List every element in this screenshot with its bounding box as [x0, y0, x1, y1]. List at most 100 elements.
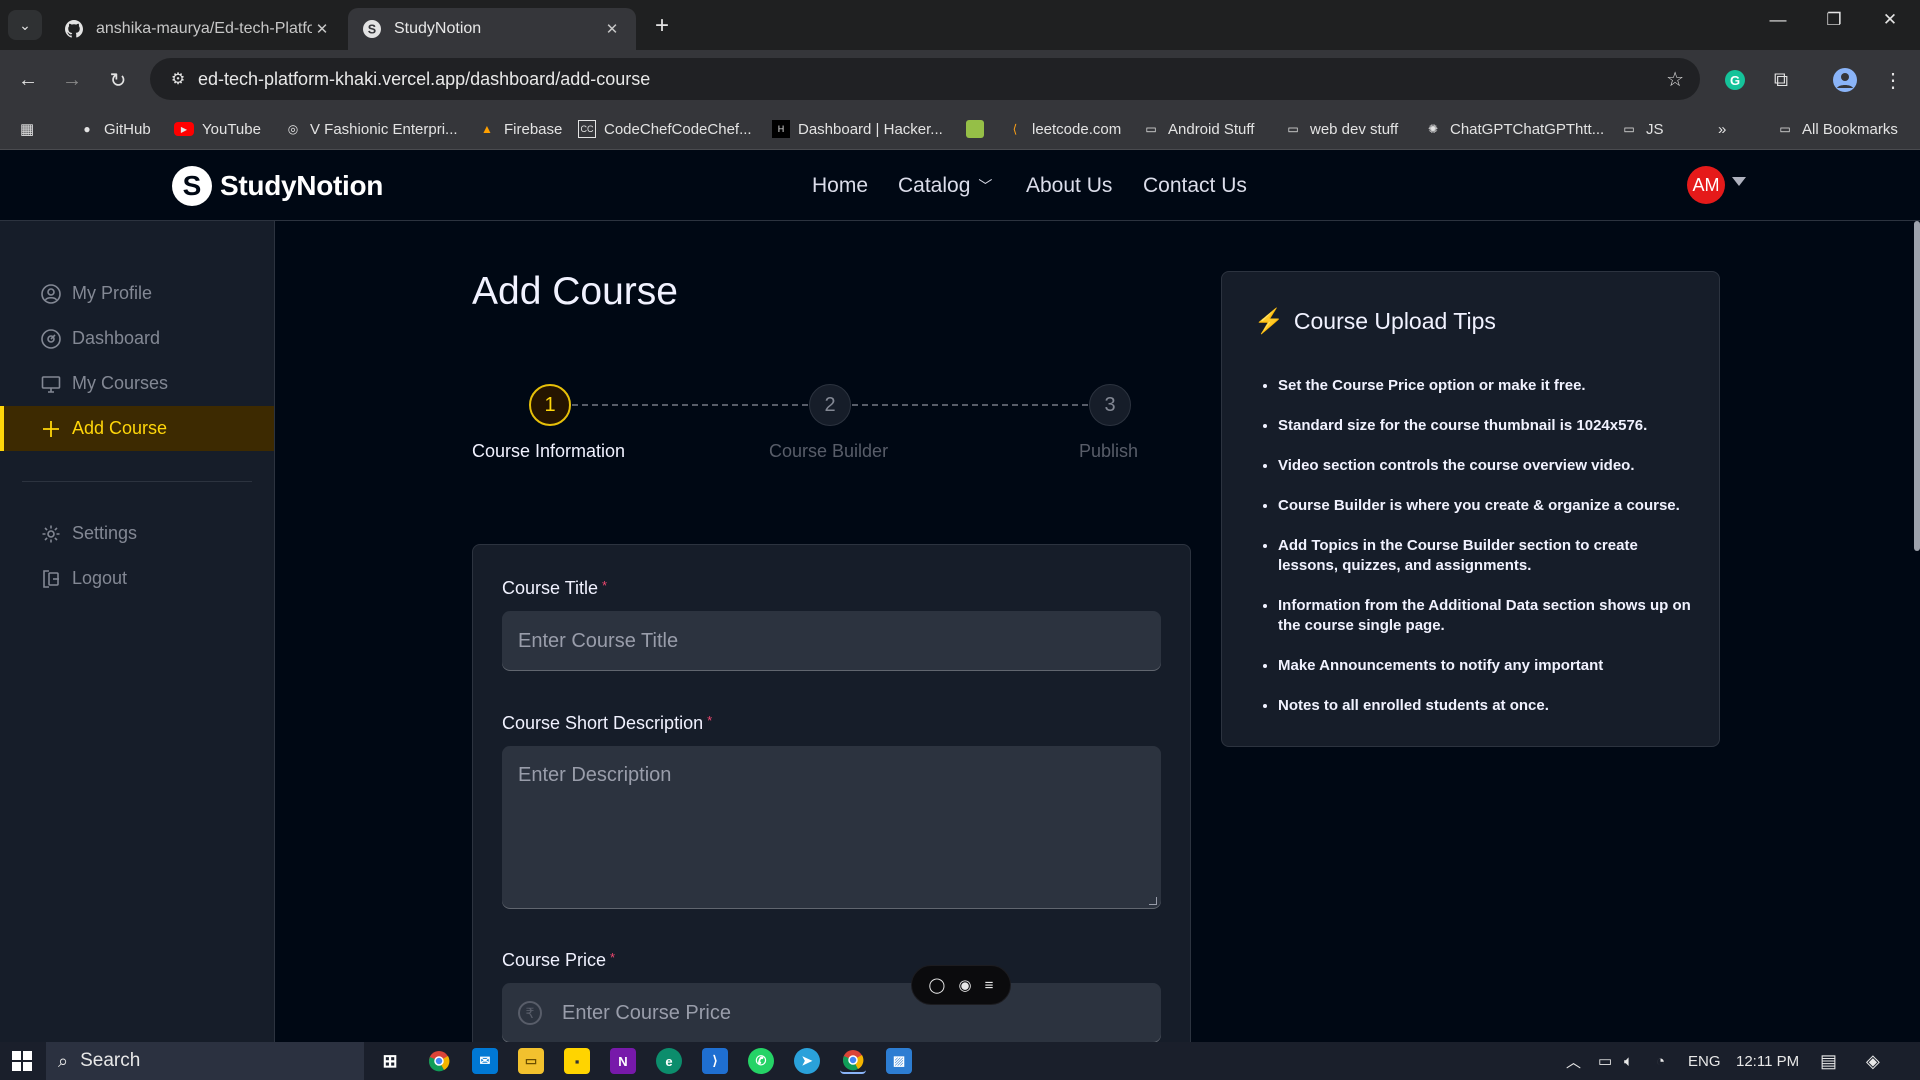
- copilot-icon[interactable]: ◈: [1866, 1042, 1880, 1080]
- course-information-form: Course Title * Enter Course Title Course …: [472, 544, 1191, 1064]
- nav-contact-us[interactable]: Contact Us: [1143, 174, 1247, 198]
- battery-icon[interactable]: ▭: [1598, 1042, 1612, 1080]
- github-icon: [64, 19, 84, 39]
- taskbar-clock[interactable]: 12:11 PM: [1736, 1042, 1799, 1080]
- short-description-textarea[interactable]: Enter Description: [502, 746, 1161, 909]
- chrome-active-icon[interactable]: [840, 1048, 866, 1074]
- onenote-icon[interactable]: N: [610, 1048, 636, 1074]
- tip-item: Video section controls the course overvi…: [1278, 456, 1698, 476]
- folder-icon: ▭: [1623, 122, 1635, 136]
- extensions-puzzle-icon[interactable]: ⧉: [1766, 65, 1796, 95]
- browser-menu-kebab-icon[interactable]: ⋮: [1878, 65, 1908, 95]
- tray-chevron-up-icon[interactable]: ︿: [1566, 1042, 1581, 1080]
- floating-tool-bar: ◯ ◉ ≡: [911, 965, 1011, 1005]
- vscode-icon[interactable]: ⟩: [702, 1048, 728, 1074]
- bookmarks-overflow-chevron-icon[interactable]: »: [1718, 108, 1726, 150]
- bookmark-github[interactable]: ● GitHub: [78, 108, 150, 150]
- studynotion-logo[interactable]: S StudyNotion: [172, 166, 383, 206]
- bookmarks-bar: ▦ ● GitHub ▶ YouTube ◎ V Fashionic Enterpri…: [0, 108, 1920, 150]
- bookmark-codechef[interactable]: CC CodeChefCodeChef...: [578, 108, 752, 150]
- caret-down-icon[interactable]: [1732, 177, 1746, 186]
- chrome-icon[interactable]: [426, 1048, 452, 1074]
- globe-icon: ◎: [287, 122, 299, 136]
- bookmark-star-icon[interactable]: ☆: [1666, 67, 1684, 92]
- svg-text:S: S: [368, 23, 376, 37]
- nav-home[interactable]: Home: [812, 174, 868, 198]
- close-icon[interactable]: ✕: [312, 20, 332, 38]
- course-title-label: Course Title *: [502, 578, 608, 598]
- bookmark-js[interactable]: ▭ JS: [1620, 108, 1663, 150]
- sidebar-item-my-profile[interactable]: My Profile: [0, 271, 274, 316]
- user-avatar[interactable]: AM: [1687, 166, 1725, 204]
- browser-tab-bar: ⌄ anshika-maurya/Ed-tech-Platfo ✕ S Stud…: [0, 0, 1920, 50]
- site-header: S StudyNotion Home Catalog ﹀ About Us Co…: [0, 150, 1920, 221]
- close-icon[interactable]: ✕: [602, 20, 622, 38]
- browser-tab-studynotion[interactable]: S StudyNotion ✕: [348, 8, 636, 50]
- bookmark-android-stuff[interactable]: ▭ Android Stuff: [1142, 108, 1254, 150]
- sidebar-item-dashboard[interactable]: Dashboard: [0, 316, 274, 361]
- sidebar-item-settings[interactable]: Settings: [0, 511, 274, 556]
- browser-tab-github[interactable]: anshika-maurya/Ed-tech-Platfo ✕: [50, 8, 346, 50]
- tab-title: StudyNotion: [394, 20, 482, 37]
- sidebar-item-add-course[interactable]: Add Course: [0, 406, 274, 451]
- site-info-icon[interactable]: ⚙: [158, 69, 198, 89]
- bookmark-v-fashionic[interactable]: ◎ V Fashionic Enterpri...: [284, 108, 458, 150]
- new-tab-plus-icon[interactable]: +: [648, 12, 676, 40]
- restore-icon[interactable]: ❐: [1814, 10, 1854, 30]
- folder-icon: ▭: [1287, 122, 1299, 136]
- course-price-input[interactable]: ₹ Enter Course Price: [502, 983, 1161, 1043]
- mail-icon[interactable]: ✉: [472, 1048, 498, 1074]
- address-bar[interactable]: ⚙ ed-tech-platform-khaki.vercel.app/dash…: [150, 58, 1700, 100]
- course-title-input[interactable]: Enter Course Title: [502, 611, 1161, 671]
- required-asterisk: *: [707, 713, 713, 728]
- sticky-notes-icon[interactable]: ▪: [564, 1048, 590, 1074]
- windows-start-icon[interactable]: [12, 1051, 32, 1071]
- bookmark-web-dev-stuff[interactable]: ▭ web dev stuff: [1284, 108, 1398, 150]
- chatgpt-icon: ✺: [1427, 122, 1439, 136]
- wifi-icon[interactable]: ◔: [1656, 1042, 1665, 1080]
- all-bookmarks[interactable]: ▭ All Bookmarks: [1776, 108, 1898, 150]
- nav-catalog[interactable]: Catalog ﹀: [898, 174, 992, 198]
- task-view-icon[interactable]: ⊞: [377, 1048, 403, 1074]
- resize-handle-icon[interactable]: [1149, 897, 1157, 905]
- hackerrank-icon: H: [772, 120, 790, 138]
- taskbar-search[interactable]: ⌕ Search: [46, 1042, 364, 1080]
- whatsapp-icon[interactable]: ✆: [748, 1048, 774, 1074]
- bookmark-shopify[interactable]: [966, 108, 992, 150]
- search-icon: ⌕: [58, 1050, 69, 1071]
- volume-icon[interactable]: 🔈︎: [1624, 1042, 1633, 1080]
- bookmark-firebase[interactable]: ▲ Firebase: [478, 108, 562, 150]
- bookmark-youtube[interactable]: ▶ YouTube: [174, 108, 261, 150]
- eye-icon[interactable]: ◉: [958, 976, 971, 994]
- gear-icon: [40, 523, 62, 545]
- bookmark-hackerrank[interactable]: H Dashboard | Hacker...: [772, 108, 943, 150]
- tip-item: Standard size for the course thumbnail i…: [1278, 416, 1698, 436]
- tab-search-button[interactable]: ⌄: [8, 10, 42, 40]
- nav-about-us[interactable]: About Us: [1026, 174, 1112, 198]
- telegram-icon[interactable]: ➤: [794, 1048, 820, 1074]
- forward-arrow-icon[interactable]: →: [58, 66, 86, 94]
- dashboard-sidebar: My Profile Dashboard My Courses Add Cour…: [0, 221, 275, 1042]
- sidebar-item-logout[interactable]: Logout: [0, 556, 274, 601]
- photos-icon[interactable]: ▨: [886, 1048, 912, 1074]
- comment-bubble-icon[interactable]: ◯: [929, 976, 946, 994]
- language-indicator[interactable]: ENG: [1688, 1042, 1721, 1080]
- back-arrow-icon[interactable]: ←: [14, 66, 42, 94]
- file-explorer-icon[interactable]: ▭: [518, 1048, 544, 1074]
- notifications-icon[interactable]: ▤: [1820, 1042, 1837, 1080]
- profile-avatar-icon[interactable]: [1830, 65, 1860, 95]
- window-close-icon[interactable]: ✕: [1870, 10, 1910, 30]
- brand-name: StudyNotion: [220, 170, 384, 201]
- grammarly-icon[interactable]: G: [1720, 65, 1750, 95]
- sidebar-item-my-courses[interactable]: My Courses: [0, 361, 274, 406]
- menu-lines-icon[interactable]: ≡: [985, 977, 994, 994]
- apps-grid-icon[interactable]: ▦: [20, 108, 34, 150]
- reload-icon[interactable]: ↻: [104, 66, 132, 94]
- codechef-icon: CC: [578, 120, 596, 138]
- bookmark-chatgpt[interactable]: ✺ ChatGPTChatGPThtt...: [1424, 108, 1604, 150]
- edge-icon[interactable]: e: [656, 1048, 682, 1074]
- minimize-icon[interactable]: —: [1758, 10, 1798, 30]
- page-scrollbar[interactable]: [1914, 221, 1920, 551]
- chevron-down-icon: ﹀: [978, 178, 993, 194]
- bookmark-leetcode[interactable]: ⟨ leetcode.com: [1006, 108, 1122, 150]
